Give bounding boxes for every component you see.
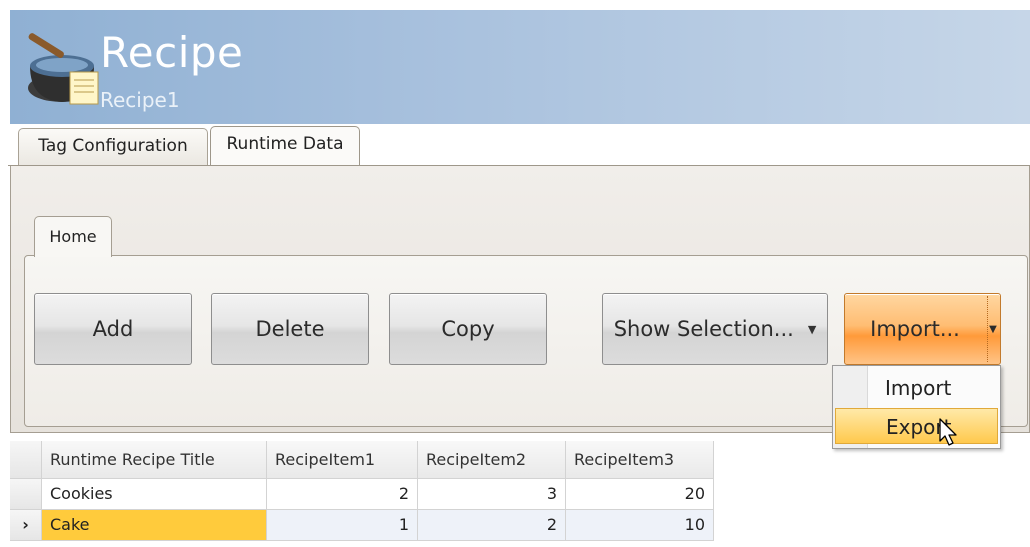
show-selection-label: Show Selection... <box>613 317 794 341</box>
table-cell[interactable]: Cookies <box>42 479 267 510</box>
table-cell[interactable]: 1 <box>267 510 418 541</box>
import-export-menu: Import Export <box>832 365 1001 449</box>
tab-runtime-data[interactable]: Runtime Data <box>210 126 360 165</box>
column-header[interactable]: Runtime Recipe Title <box>42 441 267 479</box>
import-button-label: Import... <box>870 317 960 341</box>
table-cell[interactable]: 2 <box>418 510 566 541</box>
chevron-down-icon: ▼ <box>807 322 817 336</box>
add-button-label: Add <box>92 317 134 341</box>
copy-button-label: Copy <box>441 317 495 341</box>
tab-home[interactable]: Home <box>34 216 112 257</box>
menu-item-import[interactable]: Import <box>835 370 998 406</box>
delete-button[interactable]: Delete <box>211 293 369 365</box>
recipe-pot-icon <box>28 33 99 105</box>
copy-button[interactable]: Copy <box>389 293 547 365</box>
tab-tag-configuration[interactable]: Tag Configuration <box>18 128 208 165</box>
column-header[interactable]: RecipeItem1 <box>267 441 418 479</box>
current-row-icon[interactable]: › <box>10 510 42 541</box>
row-header[interactable] <box>10 479 42 510</box>
table-cell[interactable]: 3 <box>418 479 566 510</box>
table-cell[interactable]: 2 <box>267 479 418 510</box>
table-cell[interactable]: 20 <box>566 479 714 510</box>
column-header[interactable]: RecipeItem3 <box>566 441 714 479</box>
import-button[interactable]: Import... <box>845 294 985 364</box>
delete-button-label: Delete <box>255 317 325 341</box>
grid-corner <box>10 441 42 479</box>
main-tab-strip: Tag Configuration Runtime Data <box>10 124 1030 166</box>
add-button[interactable]: Add <box>34 293 192 365</box>
app-title: Recipe <box>100 28 244 77</box>
chevron-down-icon: ▼ <box>989 323 997 335</box>
table-cell[interactable]: Cake <box>42 510 267 541</box>
show-selection-dropdown[interactable]: Show Selection... ▼ <box>602 293 828 365</box>
import-dropdown-arrow[interactable]: ▼ <box>987 296 998 362</box>
menu-item-label: Import <box>885 376 952 400</box>
column-header[interactable]: RecipeItem2 <box>418 441 566 479</box>
table-cell[interactable]: 10 <box>566 510 714 541</box>
import-split-button[interactable]: Import... ▼ <box>844 293 1001 365</box>
recipe-header: Recipe Recipe1 <box>10 10 1030 124</box>
mouse-cursor-icon <box>939 418 957 446</box>
recipe-name: Recipe1 <box>100 88 180 112</box>
menu-item-export[interactable]: Export <box>835 408 998 444</box>
